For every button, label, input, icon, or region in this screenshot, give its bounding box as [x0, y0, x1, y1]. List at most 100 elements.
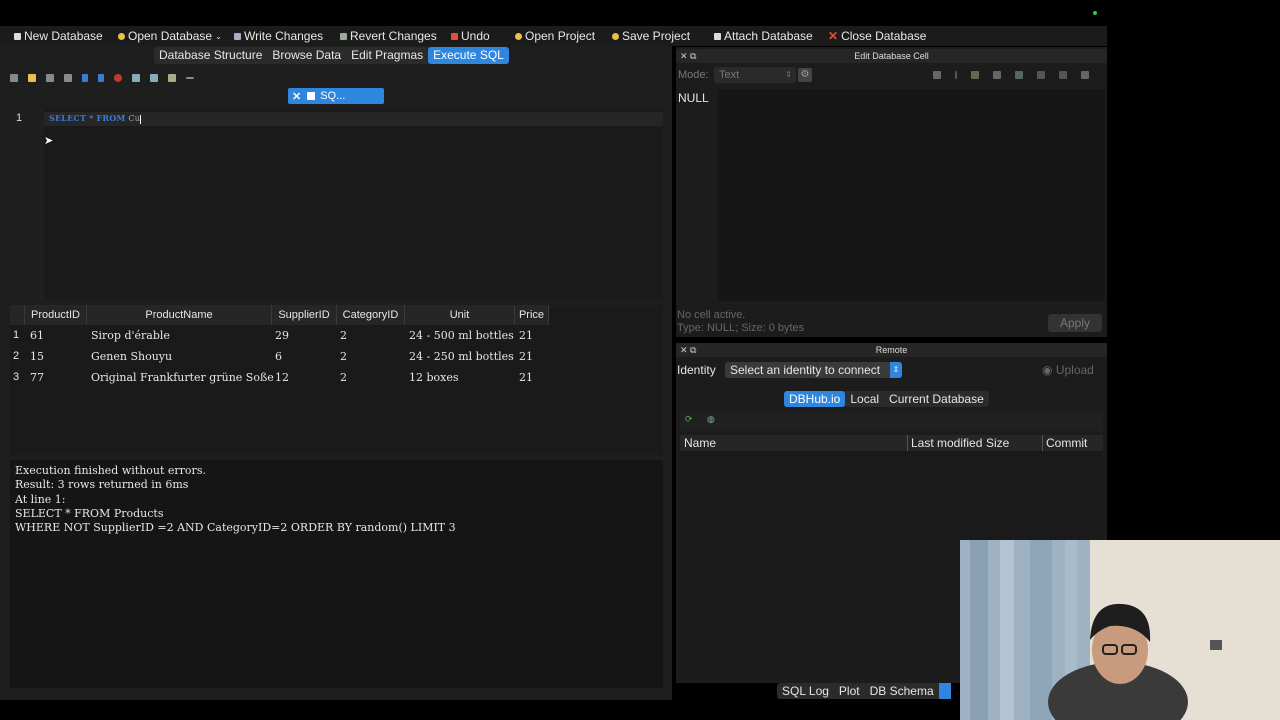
segment-dbhub[interactable]: DBHub.io — [784, 391, 846, 407]
export-icon[interactable] — [993, 71, 1001, 79]
open-sql-file-icon[interactable] — [28, 74, 36, 82]
column-header[interactable]: ProductName — [87, 305, 272, 325]
panel-title: ✕ ⧉ Edit Database Cell — [676, 49, 1107, 63]
row-header-corner — [10, 305, 25, 325]
undo-button[interactable]: Undo — [451, 26, 490, 46]
column-header[interactable]: CategoryID — [337, 305, 405, 325]
clone-icon[interactable]: ◍ — [707, 414, 715, 425]
text-cursor — [140, 114, 142, 124]
upload-button[interactable]: ◉ Upload — [1042, 363, 1094, 377]
column-header[interactable]: Name — [684, 436, 716, 450]
execute-all-icon[interactable] — [82, 74, 88, 82]
cell-type-info: Type: NULL; Size: 0 bytes — [677, 322, 805, 334]
cell-gutter — [676, 89, 718, 301]
find-icon[interactable] — [150, 74, 158, 82]
cell-toolbar — [933, 71, 1089, 79]
close-database-button[interactable]: ✕ Close Database — [828, 26, 926, 46]
revert-changes-icon — [340, 32, 347, 40]
sql-code[interactable]: SELECT * FROM Cu — [49, 113, 142, 124]
column-header[interactable]: Price — [515, 305, 549, 325]
auto-switch-icon[interactable]: ⚙ — [798, 68, 812, 82]
mode-select[interactable]: Text ⇕ — [714, 67, 796, 83]
write-changes-icon — [234, 32, 241, 40]
column-header[interactable]: Unit — [405, 305, 515, 325]
select-arrows-icon: ⇕ — [890, 362, 902, 378]
save-sql-file-icon[interactable] — [46, 74, 54, 82]
identity-label: Identity — [677, 363, 716, 377]
open-database-icon — [118, 32, 125, 40]
stop-execution-icon[interactable] — [114, 74, 122, 82]
comment-icon[interactable] — [186, 77, 194, 79]
find-replace-icon[interactable] — [168, 74, 176, 82]
word-wrap-icon[interactable] — [933, 71, 941, 79]
tab-database-structure[interactable]: Database Structure — [154, 47, 267, 64]
attach-database-icon — [714, 32, 721, 40]
tab-execute-sql[interactable]: Execute SQL — [428, 47, 509, 64]
column-header[interactable]: Commit — [1046, 436, 1087, 450]
webcam-overlay — [960, 540, 1280, 720]
table-row[interactable]: 3 77 Original Frankfurter grüne Soße 12 … — [10, 368, 663, 388]
tab-db-schema[interactable]: DB Schema — [865, 683, 939, 699]
identity-select[interactable]: Select an identity to connect ⇕ — [725, 362, 902, 378]
tab-browse-data[interactable]: Browse Data — [267, 47, 346, 64]
sql-editor[interactable] — [10, 108, 663, 299]
results-grid[interactable]: ProductID ProductName SupplierID Categor… — [10, 305, 663, 455]
open-database-button[interactable]: Open Database ⌄ — [118, 26, 222, 46]
cell-editor[interactable] — [718, 89, 1105, 301]
revert-changes-button[interactable]: Revert Changes — [340, 26, 437, 46]
column-header[interactable]: Last modified — [911, 436, 982, 450]
line-number: 1 — [16, 112, 23, 124]
close-panel-icon[interactable]: ✕ ⧉ — [680, 343, 696, 357]
table-row[interactable]: 1 61 Sirop d'érable 29 2 24 - 500 ml bot… — [10, 326, 663, 346]
open-tab-icon[interactable] — [10, 74, 18, 82]
tab-edit-pragmas[interactable]: Edit Pragmas — [346, 47, 428, 64]
segment-local[interactable]: Local — [845, 391, 884, 407]
set-null-icon[interactable] — [1015, 71, 1023, 79]
open-project-button[interactable]: Open Project — [515, 26, 595, 46]
save-results-icon[interactable] — [132, 74, 140, 82]
close-tab-icon[interactable]: ✕ — [292, 90, 301, 103]
save-project-icon — [612, 32, 619, 40]
close-icon: ✕ — [828, 29, 839, 43]
print-icon[interactable] — [64, 74, 72, 82]
attach-database-button[interactable]: Attach Database — [714, 26, 813, 46]
separator-icon — [955, 71, 957, 79]
write-changes-button[interactable]: Write Changes — [234, 26, 323, 46]
panel-title: ✕ ⧉ Remote — [676, 343, 1107, 357]
auto-format-icon[interactable] — [1037, 71, 1045, 79]
apply-button[interactable]: Apply — [1048, 314, 1102, 332]
bottom-dock-tabs: SQL Log Plot DB Schema — [777, 683, 951, 699]
remote-source-segments: DBHub.io Local Current Database — [784, 391, 989, 407]
sql-file-icon — [307, 92, 316, 100]
table-row[interactable]: 2 15 Genen Shouyu 6 2 24 - 250 ml bottle… — [10, 347, 663, 367]
tab-sql-log[interactable]: SQL Log — [777, 683, 834, 699]
mouse-pointer-icon: ➤ — [44, 135, 54, 147]
print-icon[interactable] — [1081, 71, 1089, 79]
upload-icon: ◉ — [1042, 363, 1056, 377]
sql-editor-toolbar — [10, 70, 270, 86]
column-header[interactable]: Size — [986, 436, 1009, 450]
webcam-image — [960, 540, 1280, 720]
execute-line-icon[interactable] — [98, 74, 104, 82]
line-number-gutter — [10, 108, 44, 299]
import-icon[interactable] — [971, 71, 979, 79]
text-size-icon[interactable] — [1059, 71, 1067, 79]
execution-message-pane[interactable]: Execution finished without errors. Resul… — [10, 460, 663, 688]
main-toolbar: New Database Open Database ⌄ Write Change… — [0, 26, 1107, 46]
refresh-icon[interactable]: ⟳ — [685, 414, 693, 425]
tab-remote[interactable] — [938, 683, 951, 699]
column-header[interactable]: SupplierID — [272, 305, 337, 325]
close-panel-icon[interactable]: ✕ ⧉ — [680, 49, 696, 63]
save-project-button[interactable]: Save Project — [612, 26, 690, 46]
column-header[interactable]: ProductID — [25, 305, 87, 325]
open-project-icon — [515, 32, 522, 40]
message-line: SELECT * FROM Products — [15, 506, 164, 520]
sql-editor-tab[interactable]: ✕ SQ... — [288, 88, 384, 104]
mode-label: Mode: — [678, 69, 709, 81]
segment-current-database[interactable]: Current Database — [884, 391, 989, 407]
recording-indicator — [1093, 11, 1097, 15]
tab-plot[interactable]: Plot — [834, 683, 865, 699]
remote-toolbar: ⟳ ◍ — [680, 411, 1103, 431]
new-database-button[interactable]: New Database — [14, 26, 103, 46]
message-line: At line 1: — [15, 492, 66, 506]
